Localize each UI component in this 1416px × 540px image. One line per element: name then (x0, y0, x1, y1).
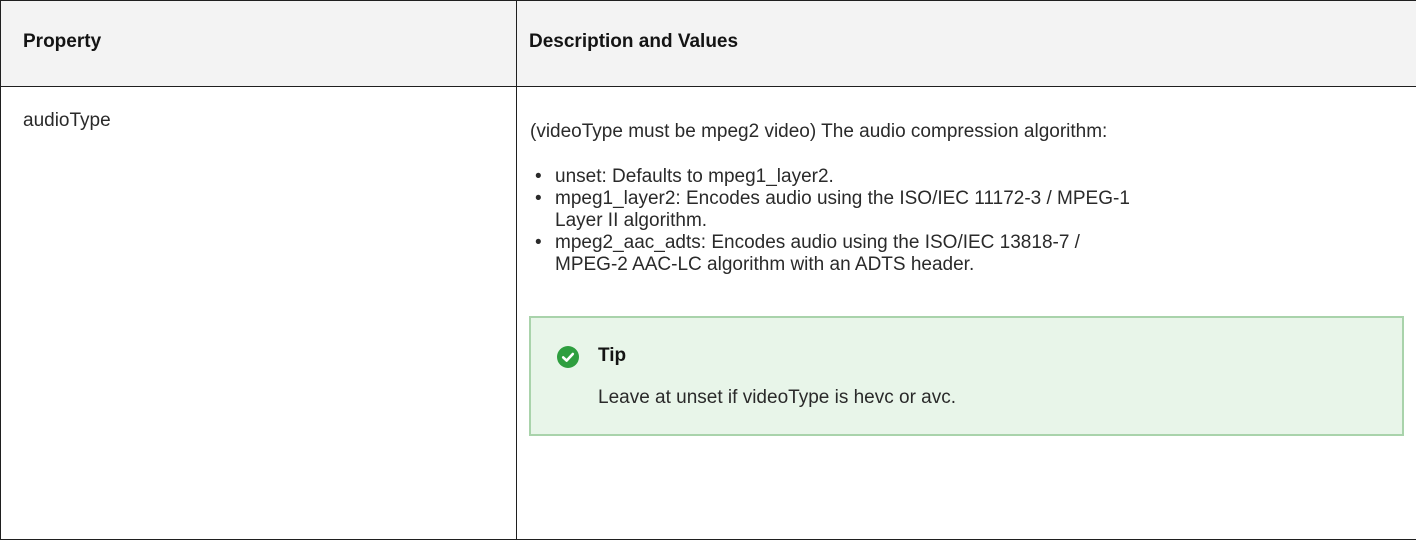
list-item: • mpeg1_layer2: Encodes audio using the … (529, 188, 1400, 232)
value-text-line2: Layer II algorithm. (555, 210, 707, 231)
bullet-icon: • (535, 166, 542, 188)
description-intro: (videoType must be mpeg2 video) The audi… (530, 120, 1400, 144)
description-column-header: Description and Values (517, 1, 1416, 87)
tip-title: Tip (598, 345, 626, 367)
tip-body: Leave at unset if videoType is hevc or a… (598, 387, 956, 409)
value-text-line2: MPEG-2 AAC-LC algorithm with an ADTS hea… (555, 254, 974, 275)
table-header-row: Property Description and Values (1, 1, 1416, 87)
tip-panel: Tip Leave at unset if videoType is hevc … (529, 316, 1404, 436)
value-text-line1: mpeg2_aac_adts: Encodes audio using the … (555, 232, 1080, 253)
list-item: • mpeg2_aac_adts: Encodes audio using th… (529, 232, 1400, 276)
description-cell: (videoType must be mpeg2 video) The audi… (517, 87, 1416, 540)
table-row: audioType (videoType must be mpeg2 video… (1, 87, 1416, 540)
bullet-icon: • (535, 232, 542, 254)
value-text-line1: unset: Defaults to mpeg1_layer2. (555, 166, 834, 187)
check-circle-icon (557, 346, 579, 368)
list-item: • unset: Defaults to mpeg1_layer2. (529, 166, 1400, 188)
property-column-header: Property (1, 1, 517, 87)
values-list: • unset: Defaults to mpeg1_layer2. • mpe… (529, 166, 1400, 276)
property-table: Property Description and Values audioTyp… (0, 0, 1416, 540)
property-name-cell: audioType (1, 87, 517, 540)
value-text-line1: mpeg1_layer2: Encodes audio using the IS… (555, 188, 1130, 209)
bullet-icon: • (535, 188, 542, 210)
